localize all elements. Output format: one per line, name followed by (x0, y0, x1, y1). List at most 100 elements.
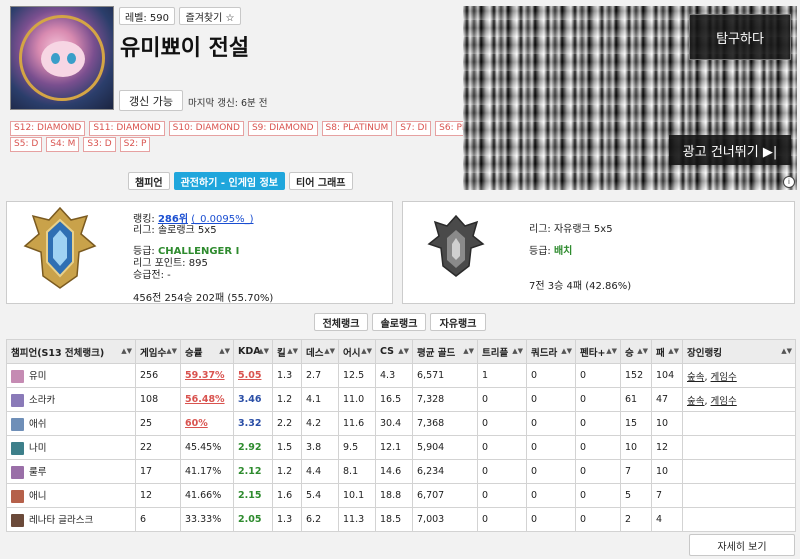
sort-icon: ▲▼ (561, 347, 572, 355)
col-kda[interactable]: KDA ▲▼ (233, 339, 273, 364)
cell-games: 256 (135, 363, 181, 388)
col-champion[interactable]: 챔피언(S13 전체랭크) ▲▼ (6, 339, 136, 364)
cell-quadra: 0 (526, 483, 576, 508)
cell-champion[interactable]: 레나타 글라스크 (6, 507, 136, 532)
col-wins[interactable]: 승 ▲▼ (620, 339, 652, 364)
sort-icon: ▲▼ (637, 347, 648, 355)
summoner-name: 유미뾰이 전설 (120, 36, 250, 61)
col-winrate[interactable]: 승률 ▲▼ (180, 339, 234, 364)
cell-champion[interactable]: 소라카 (6, 387, 136, 412)
advertisement[interactable]: 탐구하다 광고 건너뛰기 ▶| i (463, 6, 797, 190)
col-cs[interactable]: CS ▲▼ (375, 339, 413, 364)
cell-quadra: 0 (526, 363, 576, 388)
col-quadra[interactable]: 쿼드라 ▲▼ (526, 339, 576, 364)
sort-icon: ▲▼ (287, 347, 298, 355)
col-penta[interactable]: 펜타+ ▲▼ (575, 339, 621, 364)
col-losses[interactable]: 패 ▲▼ (651, 339, 683, 364)
cell-mastery: 숲속, 게임수 (682, 363, 796, 388)
col-kills[interactable]: 킬 ▲▼ (272, 339, 302, 364)
cell-kda: 3.46 (233, 387, 273, 412)
cell-champion[interactable]: 유미 (6, 363, 136, 388)
col-avg-gold[interactable]: 평균 골드 ▲▼ (412, 339, 478, 364)
sort-icon: ▲▼ (398, 347, 409, 355)
season-tag: S4: M (46, 137, 80, 152)
cell-avg-gold: 5,904 (412, 435, 478, 460)
cell-kda: 2.15 (233, 483, 273, 508)
table-header-row: 챔피언(S13 전체랭크) ▲▼ 게임수 ▲▼ 승률 ▲▼ KDA ▲▼ 킬 ▲▼ 데스 ▲… (6, 339, 796, 364)
tab-tier-graph[interactable]: 티어 그래프 (289, 172, 353, 190)
cell-kda: 3.32 (233, 411, 273, 436)
queue-flex-button[interactable]: 자유랭크 (430, 313, 486, 331)
cell-penta: 0 (575, 507, 621, 532)
solo-rank-panel: 랭킹: 286위 (_0.0095%_) 리그: 솔로랭크 5x5 등급: CH… (6, 201, 393, 304)
champion-icon (11, 370, 24, 383)
queue-all-button[interactable]: 전체랭크 (314, 313, 368, 331)
cell-winrate[interactable]: 59.37% (180, 363, 234, 388)
col-games[interactable]: 게임수 ▲▼ (135, 339, 181, 364)
cell-kda: 2.05 (233, 507, 273, 532)
queue-solo-button[interactable]: 솔로랭크 (372, 313, 426, 331)
sort-icon: ▲▼ (121, 347, 132, 355)
cell-games: 17 (135, 459, 181, 484)
champion-icon (11, 418, 24, 431)
table-row: 유미 256 59.37% 5.05 1.3 2.7 12.5 4.3 6,571 1 0 0 152 1… (6, 363, 796, 388)
cell-assists: 11.0 (338, 387, 376, 412)
ad-info-icon[interactable]: i (783, 176, 795, 188)
col-mastery-rank[interactable]: 장인랭킹 ▲▼ (682, 339, 796, 364)
cell-champion[interactable]: 룰루 (6, 459, 136, 484)
mastery-link-region[interactable]: 숲속 (687, 396, 704, 407)
cell-deaths: 4.4 (301, 459, 339, 484)
mastery-link-region[interactable]: 숲속 (687, 372, 704, 383)
cell-assists: 10.1 (338, 483, 376, 508)
champion-icon (11, 442, 24, 455)
ad-explore-button[interactable]: 탐구하다 (689, 14, 791, 60)
flex-tier-line: 등급: 배치 (529, 242, 572, 257)
cell-deaths: 3.8 (301, 435, 339, 460)
cell-wins: 7 (620, 459, 652, 484)
cell-winrate[interactable]: 56.48% (180, 387, 234, 412)
cell-cs: 18.8 (375, 483, 413, 508)
challenger-emblem-icon (23, 206, 97, 289)
view-more-button[interactable]: 자세히 보기 (689, 534, 795, 556)
cell-champion[interactable]: 애니 (6, 483, 136, 508)
cell-wins: 152 (620, 363, 652, 388)
refresh-button[interactable]: 갱신 가능 (119, 90, 183, 111)
avatar-face (41, 41, 85, 77)
favorite-button[interactable]: 즐겨찾기 ☆ (179, 7, 241, 25)
sort-icon: ▲▼ (361, 347, 372, 355)
champion-icon (11, 466, 24, 479)
season-tag: S3: D (83, 137, 116, 152)
champion-icon (11, 514, 24, 527)
col-deaths[interactable]: 데스 ▲▼ (301, 339, 339, 364)
cell-assists: 11.6 (338, 411, 376, 436)
cell-champion[interactable]: 나미 (6, 435, 136, 460)
sort-icon: ▲▼ (324, 347, 335, 355)
solo-record: 456전 254승 202패 (55.70%) (133, 293, 274, 304)
cell-mastery (682, 459, 796, 484)
cell-kills: 1.5 (272, 435, 302, 460)
col-triple[interactable]: 트리플 ▲▼ (477, 339, 527, 364)
cell-winrate[interactable]: 60% (180, 411, 234, 436)
cell-quadra: 0 (526, 507, 576, 532)
tab-champion[interactable]: 챔피언 (128, 172, 170, 190)
cell-deaths: 6.2 (301, 507, 339, 532)
cell-avg-gold: 7,368 (412, 411, 478, 436)
cell-deaths: 4.1 (301, 387, 339, 412)
cell-avg-gold: 6,571 (412, 363, 478, 388)
cell-penta: 0 (575, 363, 621, 388)
col-assists[interactable]: 어시 ▲▼ (338, 339, 376, 364)
cell-winrate: 45.45% (180, 435, 234, 460)
cell-mastery: 숲속, 게임수 (682, 387, 796, 412)
ad-skip-button[interactable]: 광고 건너뛰기 ▶| (669, 135, 791, 165)
sort-icon: ▲▼ (166, 347, 177, 355)
tier-prefix: 등급: (529, 246, 554, 257)
mastery-link-games[interactable]: 게임수 (711, 372, 737, 383)
cell-cs: 14.6 (375, 459, 413, 484)
cell-losses: 10 (651, 411, 683, 436)
season-tag: S9: DIAMOND (247, 121, 318, 136)
tab-spectate[interactable]: 관전하기 - 인게임 정보 (173, 172, 286, 190)
flex-record: 7전 3승 4패 (42.86%) (529, 281, 632, 292)
mastery-link-games[interactable]: 게임수 (711, 396, 737, 407)
cell-assists: 9.5 (338, 435, 376, 460)
cell-champion[interactable]: 애쉬 (6, 411, 136, 436)
